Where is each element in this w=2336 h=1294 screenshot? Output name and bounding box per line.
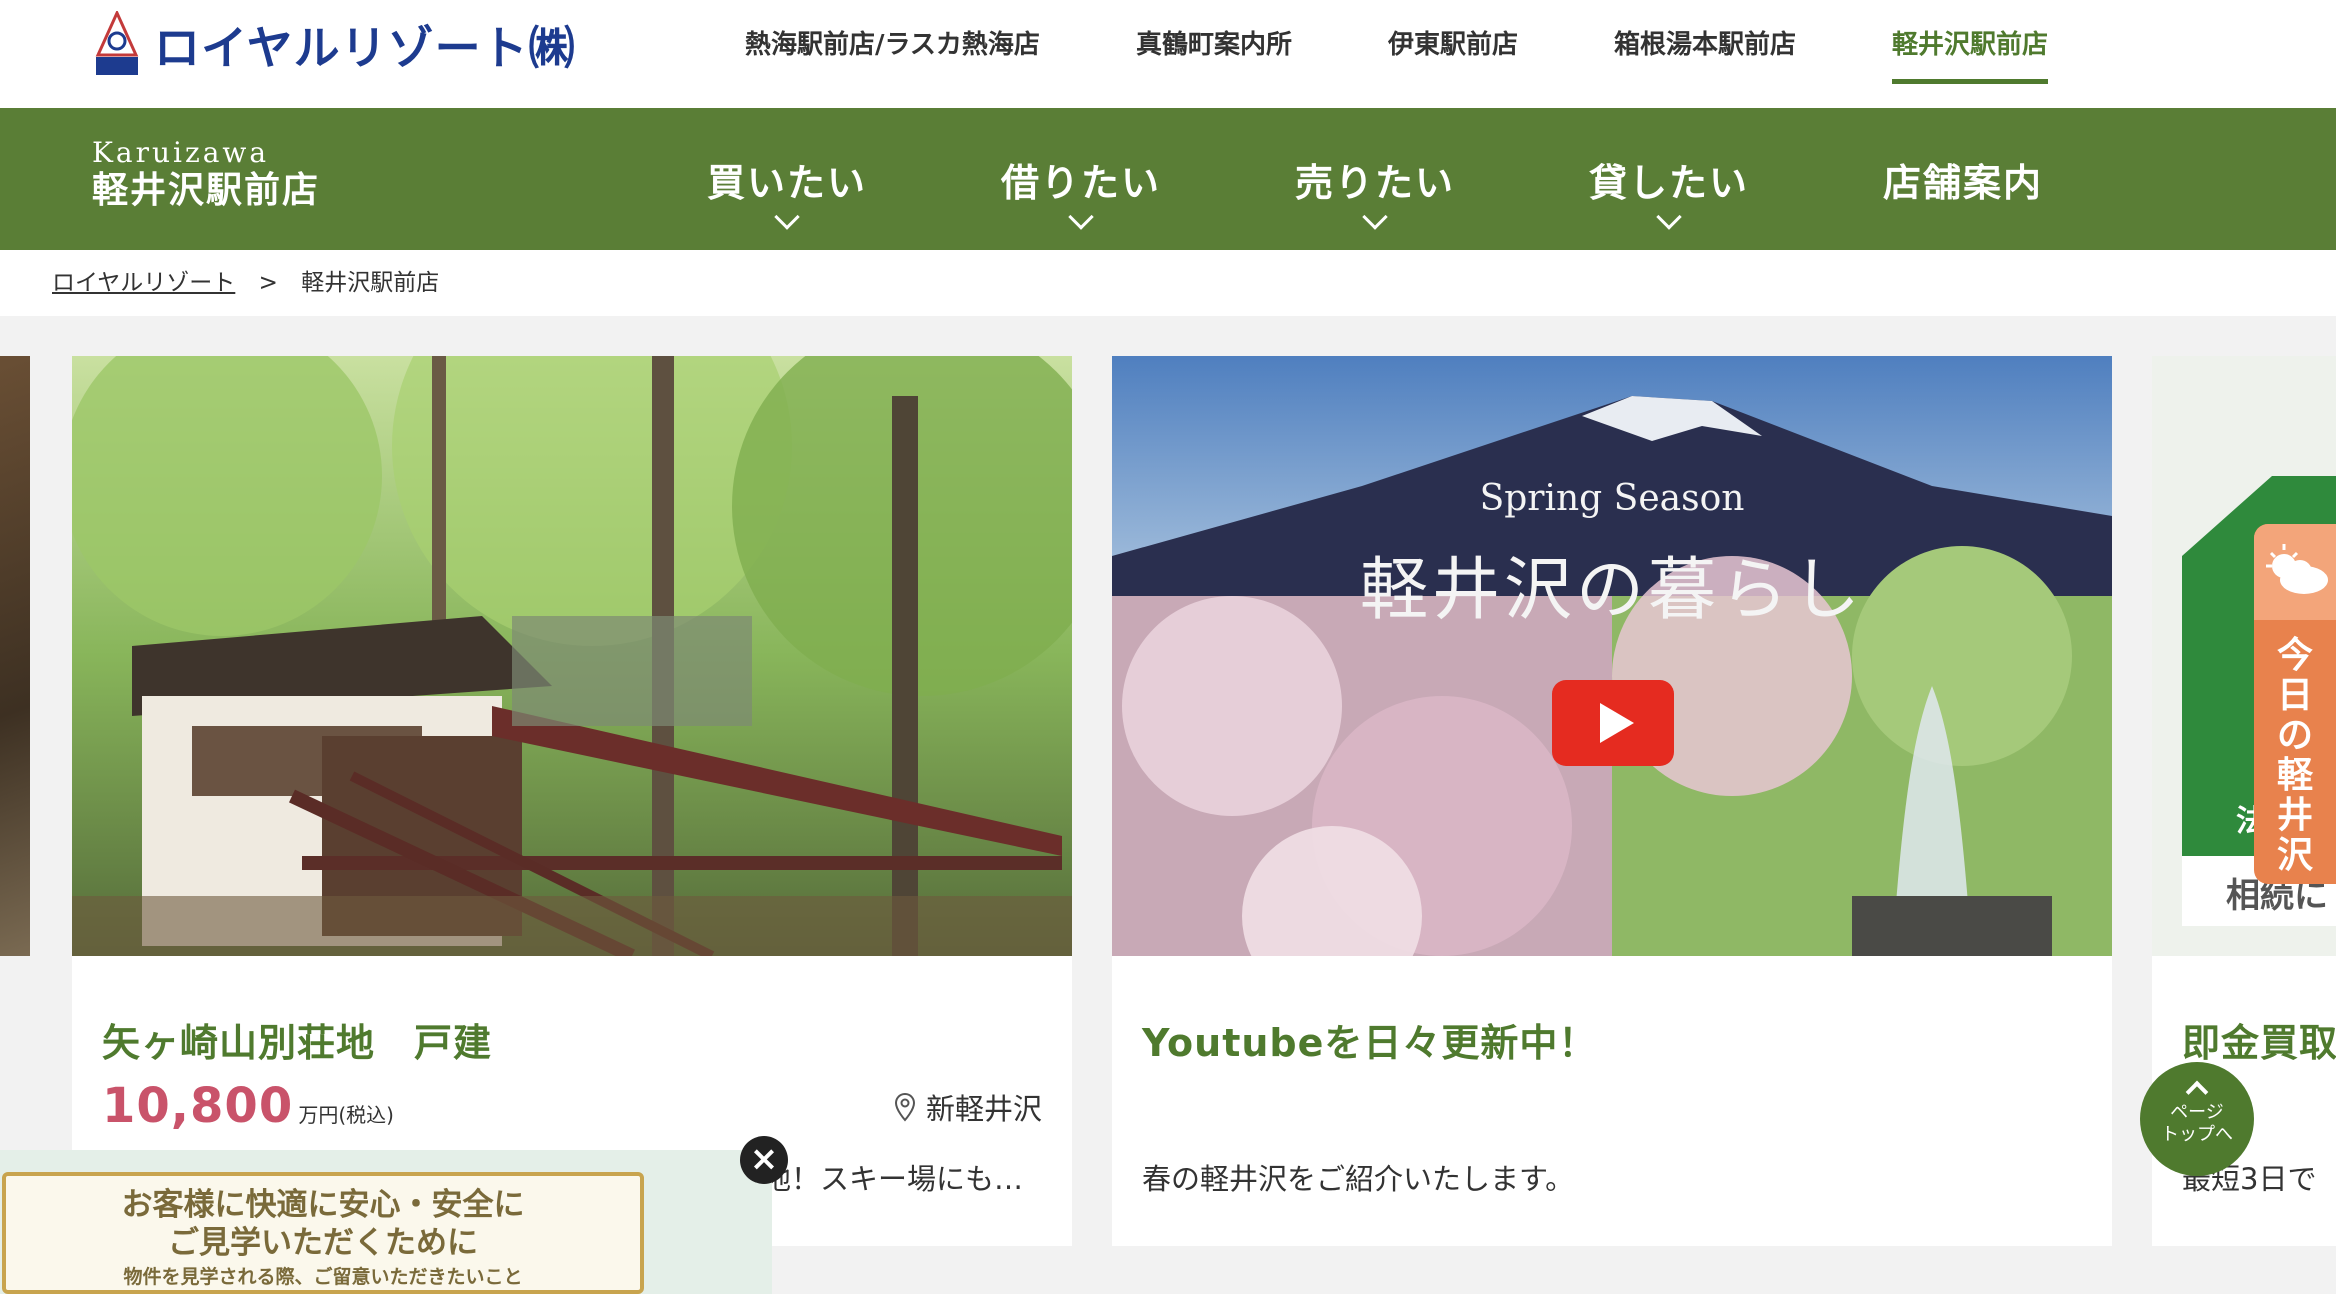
page: ロイヤルリゾート㈱ 熱海駅前店/ラスカ熱海店 真鶴町案内所 伊東駅前店 箱根湯本… xyxy=(0,0,2336,1294)
property-location: 新軽井沢 xyxy=(894,1086,1042,1128)
property-photo xyxy=(72,356,1072,956)
weather-side-tab[interactable]: 今日の軽井沢 xyxy=(2254,524,2336,884)
weather-tab-label: 今日の軽井沢 xyxy=(2276,635,2313,876)
main-nav-rent[interactable]: 借りたい xyxy=(934,108,1228,250)
page-top-label-line1: ページ xyxy=(2170,1102,2224,1123)
brand-logo[interactable]: ロイヤルリゾート㈱ xyxy=(90,9,576,80)
price-value: 10,800 xyxy=(102,1078,294,1134)
main-nav-label: 店舗案内 xyxy=(1882,161,2043,205)
property-description: 地！スキー場にも… xyxy=(762,1162,1024,1196)
breadcrumb-separator: > xyxy=(258,270,278,296)
map-pin-icon xyxy=(894,1092,915,1122)
breadcrumb-home-link[interactable]: ロイヤルリゾート xyxy=(52,270,235,296)
price-unit: 万円(税込) xyxy=(298,1103,394,1127)
store-nav-manazuru[interactable]: 真鶴町案内所 xyxy=(1088,0,1340,90)
video-subtitle: Spring Season xyxy=(1479,478,1745,519)
chevron-down-icon xyxy=(1656,204,1682,230)
main-nav-label: 貸したい xyxy=(1588,161,1749,205)
notice-line-3: 物件を見学される際、ご留意いただきたいこと xyxy=(123,1266,523,1288)
chevron-up-icon xyxy=(2185,1080,2209,1104)
notice-line-2: ご見学いただくために xyxy=(168,1225,478,1261)
store-nav: 熱海駅前店/ラスカ熱海店 真鶴町案内所 伊東駅前店 箱根湯本駅前店 軽井沢駅前店 xyxy=(697,0,2096,108)
property-title: 矢ヶ崎山別荘地 戸建 xyxy=(102,1021,493,1065)
location-text: 新軽井沢 xyxy=(925,1092,1042,1126)
video-thumbnail[interactable]: Spring Season 軽井沢の暮らし xyxy=(1112,356,2112,956)
slide-card-partial-left[interactable] xyxy=(0,356,30,956)
chevron-down-icon xyxy=(1068,204,1094,230)
page-top-label-line2: トップへ xyxy=(2161,1124,2233,1145)
close-icon[interactable]: × xyxy=(740,1136,788,1184)
notice-banner-frame: お客様に快適に安心・安全に ご見学いただくために 物件を見学される際、ご留意いた… xyxy=(2,1172,644,1294)
brand-name: ロイヤルリゾート㈱ xyxy=(154,21,576,75)
slide-image xyxy=(0,356,30,956)
store-title[interactable]: Karuizawa 軽井沢駅前店 xyxy=(92,138,320,214)
logo-mark-icon xyxy=(90,9,144,79)
store-title-jp: 軽井沢駅前店 xyxy=(92,170,321,211)
chevron-down-icon xyxy=(1362,204,1388,230)
main-nav-label: 買いたい xyxy=(706,161,867,205)
main-nav-label: 売りたい xyxy=(1294,161,1455,205)
main-nav-store-info[interactable]: 店舗案内 xyxy=(1816,108,2110,250)
breadcrumb: ロイヤルリゾート > 軽井沢駅前店 xyxy=(0,250,2336,316)
main-nav-lease[interactable]: 貸したい xyxy=(1522,108,1816,250)
youtube-card-title: Youtubeを日々更新中！ xyxy=(1142,1021,1598,1065)
property-card[interactable]: 矢ヶ崎山別荘地 戸建 10,800 万円(税込) 新軽井沢 地！スキー場にも… xyxy=(72,356,1072,1246)
main-nav-label: 借りたい xyxy=(1000,161,1161,205)
notice-line-1: お客様に快適に安心・安全に xyxy=(121,1187,525,1223)
property-price: 10,800 万円(税込) xyxy=(102,1078,394,1134)
buyback-card-title: 即金買取 xyxy=(2182,1021,2336,1065)
store-nav-karuizawa[interactable]: 軽井沢駅前店 xyxy=(1844,0,2096,90)
weather-icon xyxy=(2254,524,2336,620)
chevron-down-icon xyxy=(774,204,800,230)
breadcrumb-current: 軽井沢駅前店 xyxy=(301,270,440,296)
store-nav-ito[interactable]: 伊東駅前店 xyxy=(1340,0,1566,90)
store-title-en: Karuizawa xyxy=(92,136,270,169)
main-nav-sell[interactable]: 売りたい xyxy=(1228,108,1522,250)
notice-banner[interactable]: お客様に快適に安心・安全に ご見学いただくために 物件を見学される際、ご留意いた… xyxy=(0,1150,772,1294)
video-title: 軽井沢の暮らし xyxy=(1359,551,1864,630)
featured-slider: 矢ヶ崎山別荘地 戸建 10,800 万円(税込) 新軽井沢 地！スキー場にも… xyxy=(0,316,2336,1294)
store-nav-hakone[interactable]: 箱根湯本駅前店 xyxy=(1566,0,1844,90)
page-top-button[interactable]: ページ トップへ xyxy=(2140,1062,2254,1176)
main-nav: 買いたい 借りたい 売りたい 貸したい 店舗案内 xyxy=(640,108,2110,250)
youtube-card-description: 春の軽井沢をご紹介いたします。 xyxy=(1142,1162,1575,1196)
main-nav-buy[interactable]: 買いたい xyxy=(640,108,934,250)
youtube-card[interactable]: Spring Season 軽井沢の暮らし Youtubeを日々更新中！ 春の軽… xyxy=(1112,356,2112,1246)
main-header: Karuizawa 軽井沢駅前店 買いたい 借りたい 売りたい 貸したい 店舗案… xyxy=(0,108,2336,250)
store-nav-atami[interactable]: 熱海駅前店/ラスカ熱海店 xyxy=(697,0,1088,90)
top-header: ロイヤルリゾート㈱ 熱海駅前店/ラスカ熱海店 真鶴町案内所 伊東駅前店 箱根湯本… xyxy=(0,0,2336,108)
